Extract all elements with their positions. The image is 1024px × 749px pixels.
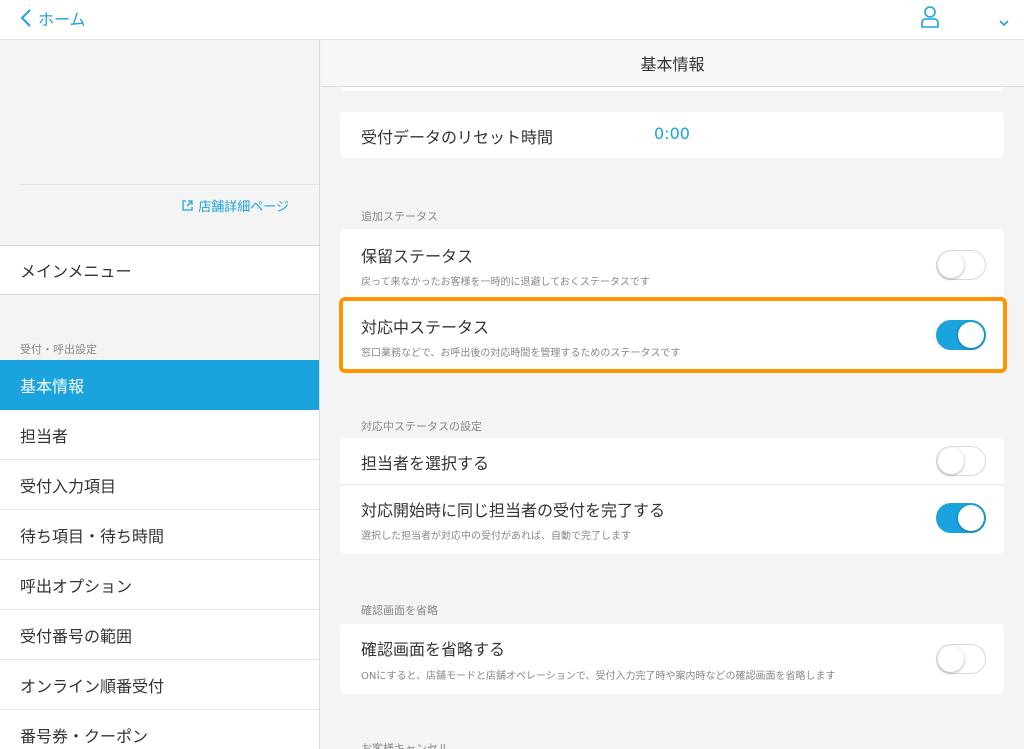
auto-complete-row: 対応開始時に同じ担当者の受付を完了する 選択した担当者が対応中の受付があれば、自… [340, 484, 1004, 554]
skip-confirm-row: 確認画面を省略する ONにすると、店舗モードと店舗オペレーションで、受付入力完了… [340, 624, 1004, 694]
group-label-additional-status: 追加ステータス [361, 210, 438, 223]
toggle-knob [958, 505, 984, 531]
select-staff-row: 担当者を選択する [340, 438, 1004, 484]
sidebar-item-online-queue[interactable]: オンライン順番受付 [0, 660, 319, 710]
select-staff-title: 担当者を選択する [361, 454, 490, 473]
reset-time-value[interactable]: 0:00 [654, 124, 690, 143]
in-progress-status-row: 対応中ステータス 窓口業務などで、お呼出後の対応時間を管理するためのステータスで… [340, 299, 1004, 369]
in-progress-status-title: 対応中ステータス [361, 318, 490, 337]
group-label-in-progress-settings: 対応中ステータスの設定 [361, 420, 482, 433]
sidebar-item-staff[interactable]: 担当者 [0, 410, 319, 460]
chevron-left-icon [20, 9, 31, 27]
external-link-icon [182, 200, 193, 211]
hold-status-title: 保留ステータス [361, 247, 474, 266]
toggle-knob [938, 252, 964, 278]
skip-confirm-card: 確認画面を省略する ONにすると、店舗モードと店舗オペレーションで、受付入力完了… [340, 624, 1004, 694]
sidebar-item-wait-items[interactable]: 待ち項目・待ち時間 [0, 510, 319, 560]
top-bar: ホーム [0, 0, 1024, 40]
in-progress-settings-card: 担当者を選択する 対応開始時に同じ担当者の受付を完了する 選択した担当者が対応中… [340, 438, 1004, 554]
main-menu-item[interactable]: メインメニュー [0, 245, 319, 295]
chevron-down-icon[interactable] [998, 12, 1010, 31]
sidebar-item-input-fields[interactable]: 受付入力項目 [0, 460, 319, 510]
back-button[interactable]: ホーム [20, 6, 86, 30]
in-progress-status-toggle[interactable] [936, 320, 986, 350]
skip-confirm-toggle[interactable] [936, 644, 986, 674]
toggle-knob [938, 448, 964, 474]
main-content: 受付データのリセット時間 0:00 追加ステータス 保留ステータス 戻って来なか… [321, 87, 1024, 749]
store-detail-label: 店舗詳細ページ [198, 200, 289, 215]
divider [20, 184, 319, 185]
sidebar-item-call-options[interactable]: 呼出オプション [0, 560, 319, 610]
card [340, 87, 1004, 91]
reset-time-row[interactable]: 受付データのリセット時間 0:00 [340, 112, 1004, 158]
group-label-skip-confirm: 確認画面を省略 [361, 604, 438, 617]
sidebar: 店舗詳細ページ メインメニュー 受付・呼出設定 基本情報 担当者 受付入力項目 … [0, 40, 320, 749]
reset-time-label: 受付データのリセット時間 [361, 128, 554, 147]
auto-complete-title: 対応開始時に同じ担当者の受付を完了する [361, 501, 666, 520]
sidebar-item-tickets-coupons[interactable]: 番号券・クーポン [0, 710, 319, 749]
sidebar-item-number-range[interactable]: 受付番号の範囲 [0, 610, 319, 660]
auto-complete-toggle[interactable] [936, 503, 986, 533]
hold-status-desc: 戻って来なかったお客様を一時的に退避しておくステータスです [361, 277, 650, 288]
sidebar-nav: 基本情報 担当者 受付入力項目 待ち項目・待ち時間 呼出オプション 受付番号の範… [0, 360, 319, 749]
section-label: 受付・呼出設定 [20, 343, 97, 356]
page-title: 基本情報 [321, 40, 1024, 87]
back-label: ホーム [38, 10, 86, 29]
user-icon[interactable] [920, 6, 940, 32]
toggle-knob [938, 646, 964, 672]
skip-confirm-desc: ONにすると、店舗モードと店舗オペレーションで、受付入力完了時や案内時などの確認… [361, 671, 836, 682]
auto-complete-desc: 選択した担当者が対応中の受付があれば、自動で完了します [361, 531, 631, 542]
reset-time-card: 受付データのリセット時間 0:00 [340, 112, 1004, 158]
sidebar-item-basic-info[interactable]: 基本情報 [0, 360, 319, 410]
store-info-area [0, 40, 319, 185]
additional-status-card: 保留ステータス 戻って来なかったお客様を一時的に退避しておくステータスです 対応… [340, 229, 1004, 370]
skip-confirm-title: 確認画面を省略する [361, 640, 506, 659]
select-staff-toggle[interactable] [936, 446, 986, 476]
toggle-knob [958, 322, 984, 348]
store-detail-link[interactable]: 店舗詳細ページ [182, 196, 289, 215]
hold-status-row: 保留ステータス 戻って来なかったお客様を一時的に退避しておくステータスです [340, 229, 1004, 299]
hold-status-toggle[interactable] [936, 250, 986, 280]
group-label-customer-cancel: お客様キャンセル [361, 742, 449, 749]
in-progress-status-desc: 窓口業務などで、お呼出後の対応時間を管理するためのステータスです [361, 348, 681, 359]
